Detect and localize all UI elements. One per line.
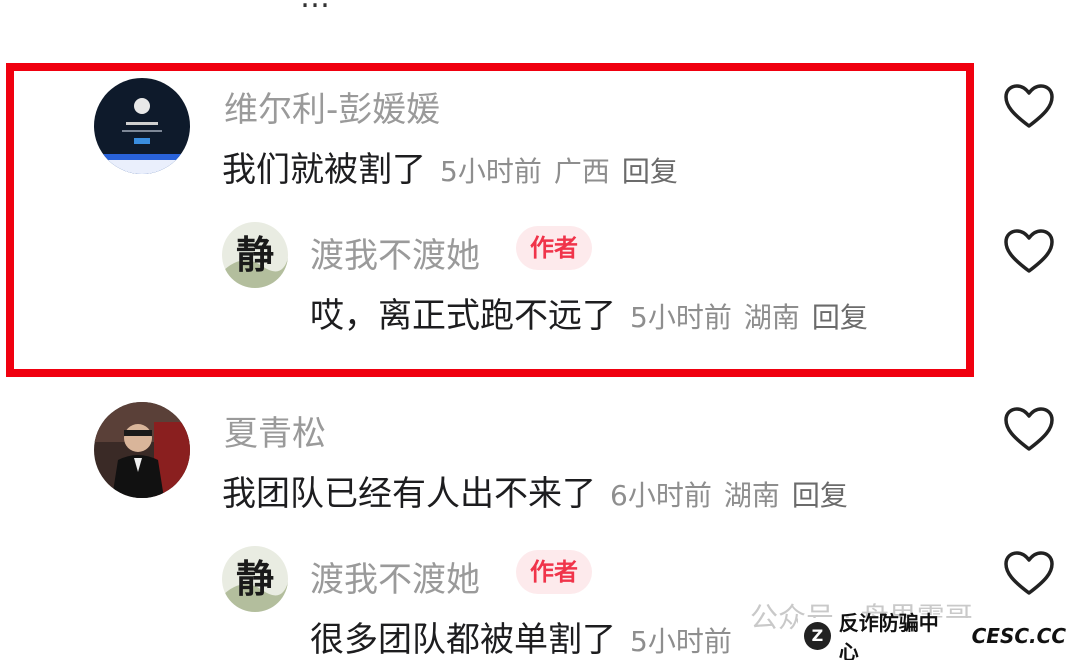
comment-2-reply-button[interactable]: 回复 xyxy=(792,479,848,512)
anti-fraud-site: CESC.CC xyxy=(971,624,1066,648)
comment-2-location: 湖南 xyxy=(723,479,780,512)
comment-1-location: 广西 xyxy=(553,155,610,188)
comment-2-text: 我团队已经有人出不来了 xyxy=(222,474,596,514)
comment-1-reply-button[interactable]: 回复 xyxy=(622,155,678,188)
comment-1-body: 我们就被割了 5小时前 广西 回复 xyxy=(222,142,690,191)
comment-2-body: 我团队已经有人出不来了 6小时前 湖南 回复 xyxy=(222,466,860,515)
reply-2-1-time: 5小时前 xyxy=(630,625,732,658)
reply-1-1-time: 5小时前 xyxy=(630,301,732,334)
comment-1-time: 5小时前 xyxy=(440,155,542,188)
anti-fraud-label: 反诈防骗中心 xyxy=(838,611,939,660)
reply-1-1-location: 湖南 xyxy=(743,301,800,334)
reply-1-1-text: 哎，离正式跑不远了 xyxy=(310,296,616,336)
reply-2-1-meta: 5小时前 xyxy=(630,625,744,658)
reply-1-1-reply-button[interactable]: 回复 xyxy=(812,301,868,334)
reply-2-1-like-icon[interactable] xyxy=(1003,550,1055,596)
anti-fraud-badge: Z 反诈防骗中心 CESC.CC xyxy=(798,611,1072,660)
reply-1-1-avatar-char: 静 xyxy=(236,232,274,277)
reply-1-1-username[interactable]: 渡我不渡她 xyxy=(310,228,480,277)
comment-2-like-icon[interactable] xyxy=(1003,406,1055,452)
reply-2-1-username[interactable]: 渡我不渡她 xyxy=(310,552,480,601)
comment-1-username[interactable]: 维尔利-彭媛媛 xyxy=(224,82,440,131)
comment-1-meta: 5小时前 广西 回复 xyxy=(440,155,690,188)
avatar-reply-1-1[interactable]: 静 xyxy=(222,222,288,288)
comment-2-username[interactable]: 夏青松 xyxy=(224,406,326,455)
avatar-comment-2[interactable] xyxy=(94,402,190,498)
reply-2-1-avatar-char: 静 xyxy=(236,556,274,601)
reply-2-1-body: 很多团队都被单割了 5小时前 xyxy=(310,612,744,660)
avatar-comment-1[interactable] xyxy=(94,78,190,174)
reply-2-1-author-badge: 作者 xyxy=(516,550,592,594)
reply-1-1-like-icon[interactable] xyxy=(1003,228,1055,274)
reply-1-1-body: 哎，离正式跑不远了 5小时前 湖南 回复 xyxy=(310,288,880,337)
reply-2-1-text: 很多团队都被单割了 xyxy=(310,620,616,660)
previous-comment-text: … xyxy=(300,0,330,15)
comment-2-meta: 6小时前 湖南 回复 xyxy=(610,479,860,512)
reply-1-1-meta: 5小时前 湖南 回复 xyxy=(630,301,880,334)
anti-fraud-logo-icon: Z xyxy=(804,622,831,650)
comment-1-like-icon[interactable] xyxy=(1003,83,1055,129)
avatar-reply-2-1[interactable]: 静 xyxy=(222,546,288,612)
comment-1-text: 我们就被割了 xyxy=(222,150,426,190)
comment-2-time: 6小时前 xyxy=(610,479,712,512)
reply-1-1-author-badge: 作者 xyxy=(516,226,592,270)
